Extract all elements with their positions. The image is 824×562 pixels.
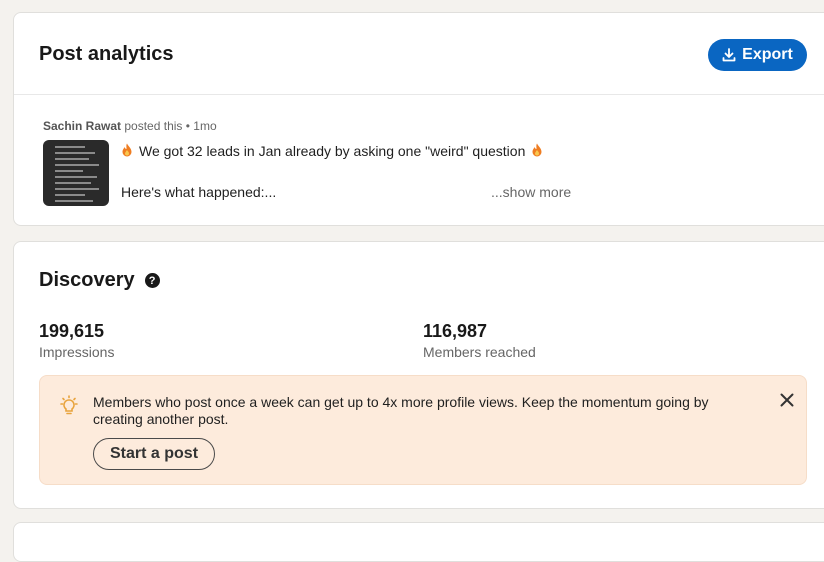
flame-icon [121, 143, 133, 159]
close-icon[interactable] [777, 390, 797, 410]
show-more-link[interactable]: ...show more [491, 184, 571, 200]
analytics-header: Post analytics Export [14, 13, 824, 95]
discovery-heading: Discovery ? [39, 269, 160, 292]
next-card [13, 522, 824, 562]
impressions-value: 199,615 [39, 321, 105, 341]
discovery-title: Discovery [39, 269, 135, 291]
tip-banner: Members who post once a week can get up … [39, 375, 807, 485]
tip-text: Members who post once a week can get up … [93, 394, 709, 427]
post-analytics-card: Post analytics Export Sachin Rawat poste… [13, 12, 824, 226]
download-icon [722, 48, 736, 62]
page-title: Post analytics [39, 43, 174, 65]
post-meta-suffix: posted this • 1mo [121, 119, 217, 133]
post-author[interactable]: Sachin Rawat [43, 119, 121, 133]
export-label: Export [742, 46, 793, 63]
help-icon[interactable]: ? [144, 273, 160, 288]
impressions-label: Impressions [39, 344, 115, 360]
members-reached-label: Members reached [423, 344, 536, 360]
post-text-line2: Here's what happened:... [121, 184, 277, 200]
discovery-card: Discovery ? 199,615 Impressions 116,987 … [13, 241, 824, 509]
post-meta: Sachin Rawat posted this • 1mo [43, 119, 217, 133]
impressions-metric: 199,615 Impressions [39, 321, 114, 360]
flame-icon [531, 143, 543, 159]
post-text-line1: We got 32 leads in Jan already by asking… [121, 143, 543, 159]
export-button[interactable]: Export [708, 39, 807, 71]
lightbulb-icon [57, 394, 81, 418]
post-thumbnail[interactable] [43, 140, 109, 206]
members-reached-value: 116,987 [423, 321, 488, 341]
start-post-button[interactable]: Start a post [93, 438, 216, 470]
post-text: We got 32 leads in Jan already by asking… [139, 143, 526, 159]
members-reached-metric: 116,987 Members reached [423, 321, 536, 360]
